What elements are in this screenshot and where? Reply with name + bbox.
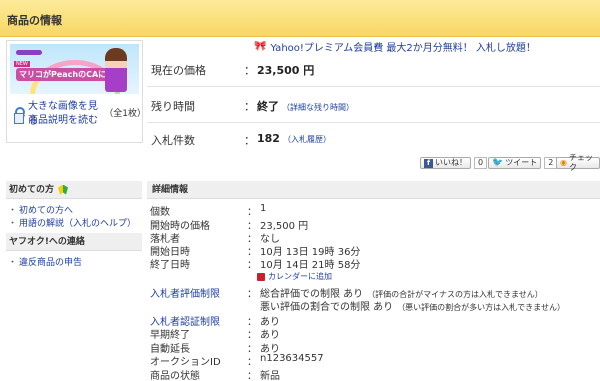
description-row: 商品説明を読む xyxy=(14,111,98,126)
bid-count-row: 入札件数 ： 182 （入札履歴） xyxy=(147,123,600,157)
add-to-calendar[interactable]: カレンダーに追加 xyxy=(257,271,332,282)
bidder-rating-link[interactable]: 入札者評価制限 xyxy=(150,285,220,300)
detail-value: 新品 xyxy=(260,371,280,381)
detail-value: 10月 14日 21時 58分 xyxy=(260,260,361,271)
detail-label: 早期終了 xyxy=(150,330,190,341)
rating-note-2: （悪い評価の割合が多い方は入札できません） xyxy=(397,303,565,312)
bid-count-label: 入札件数 xyxy=(151,134,195,147)
colon: ： xyxy=(247,260,257,271)
colon: ： xyxy=(244,64,255,77)
read-description-link[interactable]: 商品説明を読む xyxy=(28,111,98,126)
sidebar-link-label[interactable]: 違反商品の申告 xyxy=(19,258,82,268)
image-count: （全1枚） xyxy=(104,108,146,119)
document-icon xyxy=(14,113,24,124)
product-thumbnail[interactable]: NEW マリコがPeachのCAに! xyxy=(10,44,139,94)
premium-promo[interactable]: 🎀 Yahoo!プレミアム会員費 最大2か月分無料！ 入札し放題！ xyxy=(254,39,536,54)
detail-label: 個数 xyxy=(150,207,170,218)
sidebar-link-label[interactable]: 初めての方へ xyxy=(19,206,73,216)
colon: ： xyxy=(247,357,257,368)
facebook-like-button[interactable]: f いいね！ xyxy=(420,157,471,169)
tweet-label: ツイート xyxy=(505,158,538,167)
remaining-time-value: 終了 xyxy=(257,100,279,113)
check-label: チェック xyxy=(568,153,593,172)
check: ◉ チェック xyxy=(556,153,600,172)
like-label: いいね！ xyxy=(435,158,467,167)
add-to-calendar-link[interactable]: カレンダーに追加 xyxy=(268,271,332,282)
colon: ： xyxy=(247,371,257,381)
facebook-icon: f xyxy=(424,158,433,168)
detail-label: オークションID xyxy=(150,357,221,368)
like-count: 0 xyxy=(474,157,488,169)
remaining-time-detail-link[interactable]: （詳細な残り時間） xyxy=(282,103,354,112)
rating-value-2: 悪い評価の割合での制限 あり xyxy=(260,302,394,313)
sidebar-link-beginners[interactable]: ・初めての方へ xyxy=(8,203,73,216)
detail-label: 商品の状態 xyxy=(150,371,200,381)
sidebar-link-report[interactable]: ・違反商品の申告 xyxy=(8,255,82,268)
check-icon: ◉ xyxy=(560,158,567,167)
thumbnail-banner-text: マリコがPeachのCAに! xyxy=(16,68,113,81)
check-button[interactable]: ◉ チェック xyxy=(556,153,600,172)
twitter-icon: 🐦 xyxy=(492,158,504,168)
bid-history-link[interactable]: （入札履歴） xyxy=(283,135,331,144)
section-title: 商品の情報 xyxy=(7,14,62,27)
current-price-value: 23,500 円 xyxy=(257,64,315,77)
ribbon-icon: 🎀 xyxy=(254,41,267,52)
premium-promo-link[interactable]: Yahoo!プレミアム会員費 最大2か月分無料！ 入札し放題！ xyxy=(270,39,535,54)
bid-count-value: 182 xyxy=(257,132,280,145)
colon: ： xyxy=(247,207,257,218)
current-price-label: 現在の価格 xyxy=(151,64,206,77)
sidebar-heading-label: ヤフオク!への連絡 xyxy=(9,236,85,247)
plane-graphic xyxy=(16,50,42,55)
detail-value: 1 xyxy=(260,203,267,214)
thumbnail-panel: NEW マリコがPeachのCAに! 大きな画像を見る （全1枚） 商品説明を読… xyxy=(6,40,146,143)
sidebar-heading-beginners: 初めての方 xyxy=(6,181,142,199)
person-graphic xyxy=(105,48,127,92)
remaining-time-row: 残り時間 ： 終了 （詳細な残り時間） xyxy=(147,87,600,123)
tweet: 🐦 ツイート 2 xyxy=(488,157,558,169)
sidebar-link-label[interactable]: 用語の解説（入札のヘルプ） xyxy=(19,219,136,229)
current-price-row: 現在の価格 ： 23,500 円 xyxy=(147,53,600,87)
colon: ： xyxy=(247,289,257,300)
details-heading: 詳細情報 xyxy=(147,181,600,199)
facebook-like: f いいね！ 0 xyxy=(420,157,488,169)
detail-value: n123634557 xyxy=(260,353,324,364)
sidebar-heading-contact: ヤフオク!への連絡 xyxy=(6,233,142,251)
detail-label: 終了日時 xyxy=(150,260,190,271)
colon: ： xyxy=(244,100,255,113)
section-header: 商品の情報 xyxy=(0,0,600,37)
sidebar-link-glossary[interactable]: ・用語の解説（入札のヘルプ） xyxy=(8,216,136,229)
sidebar-heading-label: 初めての方 xyxy=(9,184,55,195)
new-tag: NEW xyxy=(14,61,30,67)
calendar-icon xyxy=(257,272,265,281)
colon: ： xyxy=(247,330,257,341)
colon: ： xyxy=(244,134,255,147)
beginner-mark-icon xyxy=(58,184,69,195)
tweet-button[interactable]: 🐦 ツイート xyxy=(488,157,542,169)
remaining-time-label: 残り時間 xyxy=(151,100,195,113)
detail-value: あり xyxy=(260,330,280,341)
